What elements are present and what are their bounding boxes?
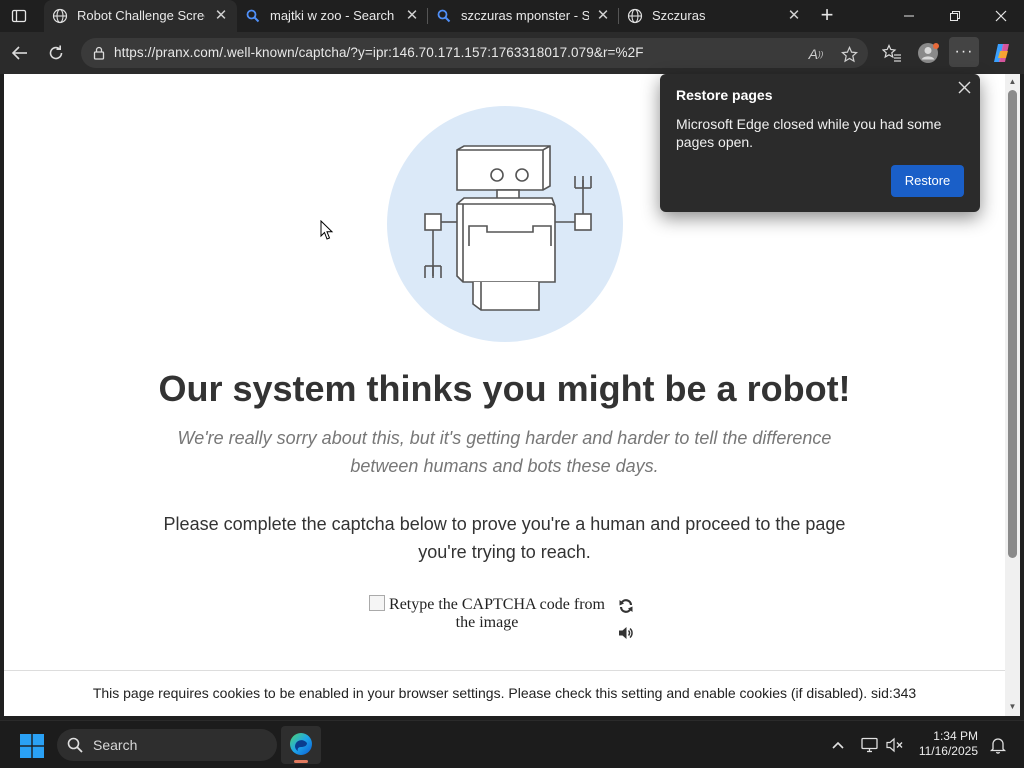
page-scrollbar[interactable]: ▲ ▼	[1005, 74, 1020, 716]
taskbar-clock[interactable]: 1:34 PM 11/16/2025	[908, 729, 978, 759]
volume-button[interactable]	[885, 735, 905, 755]
refresh-icon	[619, 599, 633, 613]
speaker-icon	[619, 627, 633, 639]
popup-title: Restore pages	[676, 87, 773, 103]
address-bar[interactable]: https://pranx.com/.well-known/captcha/?y…	[81, 38, 868, 68]
tab-title: Szczuras	[652, 8, 706, 23]
back-arrow-icon	[11, 46, 27, 60]
tab-strip: Robot Challenge Screen ✕ majtki w zoo - …	[0, 0, 1024, 32]
network-monitor-icon	[861, 737, 878, 753]
close-icon	[995, 10, 1007, 22]
tab-szczuras[interactable]: Szczuras ✕	[619, 0, 809, 32]
tab-majtki-search[interactable]: majtki w zoo - Search ✕	[237, 0, 427, 32]
tab-actions-icon	[11, 9, 27, 23]
windows-taskbar: Search 1:34 PM 11/16/2025	[0, 720, 1024, 768]
popup-message: Microsoft Edge closed while you had some…	[676, 116, 942, 150]
copilot-button[interactable]	[990, 41, 1014, 65]
chevron-up-icon	[832, 741, 844, 749]
show-hidden-icons-button[interactable]	[828, 735, 848, 755]
taskbar-edge-button[interactable]	[281, 726, 321, 764]
tab-szczuras-search[interactable]: szczuras mponster - Sear ✕	[428, 0, 618, 32]
captcha-audio-button[interactable]	[616, 623, 636, 643]
cookie-notice-text: This page requires cookies to be enabled…	[92, 685, 917, 701]
favorite-star-icon[interactable]	[839, 44, 859, 64]
url-text[interactable]: https://pranx.com/.well-known/captcha/?y…	[114, 45, 644, 60]
tab-robot-challenge[interactable]: Robot Challenge Screen ✕	[44, 0, 237, 32]
search-icon	[245, 8, 261, 24]
speaker-muted-icon	[886, 737, 903, 753]
new-tab-button[interactable]: +	[817, 2, 837, 27]
close-window-button[interactable]	[978, 0, 1024, 32]
captcha-alt-text: Retype the CAPTCHA code from the image	[389, 596, 605, 631]
network-button[interactable]	[860, 735, 880, 755]
page-title: Our system thinks you might be a robot!	[158, 368, 851, 409]
scroll-thumb[interactable]	[1008, 90, 1017, 558]
popup-close-button[interactable]	[954, 77, 974, 97]
tab-actions-button[interactable]	[8, 6, 30, 26]
active-app-indicator	[294, 760, 308, 763]
restore-button[interactable]: Restore	[891, 165, 964, 197]
minimize-icon	[904, 15, 914, 17]
back-button[interactable]	[8, 41, 32, 65]
refresh-icon	[49, 45, 63, 60]
captcha-image: Retype the CAPTCHA code from the image	[364, 595, 610, 632]
robot-icon	[424, 145, 592, 311]
tab-close-button[interactable]: ✕	[404, 8, 420, 24]
captcha-instructions: Please complete the captcha below to pro…	[163, 514, 846, 562]
avatar-icon	[918, 43, 939, 63]
browser-toolbar: https://pranx.com/.well-known/captcha/?y…	[0, 32, 1024, 74]
settings-more-button[interactable]: ···	[949, 37, 979, 67]
clock-date: 11/16/2025	[918, 744, 978, 758]
notification-bell-icon	[989, 738, 1007, 754]
favorites-button[interactable]	[880, 41, 904, 65]
restore-window-icon	[950, 11, 960, 21]
minimize-button[interactable]	[886, 0, 932, 32]
taskbar-search-box[interactable]: Search	[57, 729, 277, 761]
scroll-up-arrow-icon[interactable]: ▲	[1005, 76, 1020, 88]
tab-title: szczuras mponster - Sear	[461, 8, 589, 23]
read-aloud-label: A	[808, 46, 818, 62]
tab-title: majtki w zoo - Search	[270, 8, 395, 23]
captcha-refresh-button[interactable]	[616, 596, 636, 616]
clock-time: 1:34 PM	[933, 729, 978, 743]
scroll-down-arrow-icon[interactable]: ▼	[1005, 701, 1020, 713]
site-info-icon[interactable]	[91, 45, 107, 61]
refresh-button[interactable]	[44, 41, 68, 65]
edge-logo-icon	[290, 733, 312, 755]
globe-icon	[627, 8, 643, 24]
copilot-icon	[994, 44, 1009, 62]
notifications-button[interactable]	[988, 735, 1008, 755]
tab-close-button[interactable]: ✕	[213, 8, 229, 24]
tab-close-button[interactable]: ✕	[786, 8, 802, 24]
favorites-icon	[882, 44, 901, 62]
tab-title: Robot Challenge Screen	[77, 8, 205, 23]
windows-logo-icon	[20, 734, 44, 758]
plus-icon: +	[820, 2, 834, 27]
search-placeholder: Search	[93, 737, 138, 753]
search-icon	[67, 737, 83, 753]
cookie-notice-bar: This page requires cookies to be enabled…	[4, 670, 1005, 716]
tab-close-button[interactable]: ✕	[595, 8, 611, 24]
mouse-cursor-icon	[320, 220, 334, 240]
restore-window-button[interactable]	[932, 0, 978, 32]
more-dots-icon: ···	[954, 43, 974, 60]
read-aloud-icon[interactable]: A))	[806, 44, 826, 64]
globe-icon	[52, 8, 68, 24]
profile-button[interactable]	[916, 41, 940, 65]
broken-image-icon	[369, 595, 386, 611]
start-button[interactable]	[20, 734, 44, 758]
search-icon	[436, 8, 452, 24]
close-icon	[958, 81, 970, 93]
apology-subtitle: We're really sorry about this, but it's …	[177, 428, 832, 476]
restore-pages-popup: Restore pages Microsoft Edge closed whil…	[660, 74, 980, 212]
